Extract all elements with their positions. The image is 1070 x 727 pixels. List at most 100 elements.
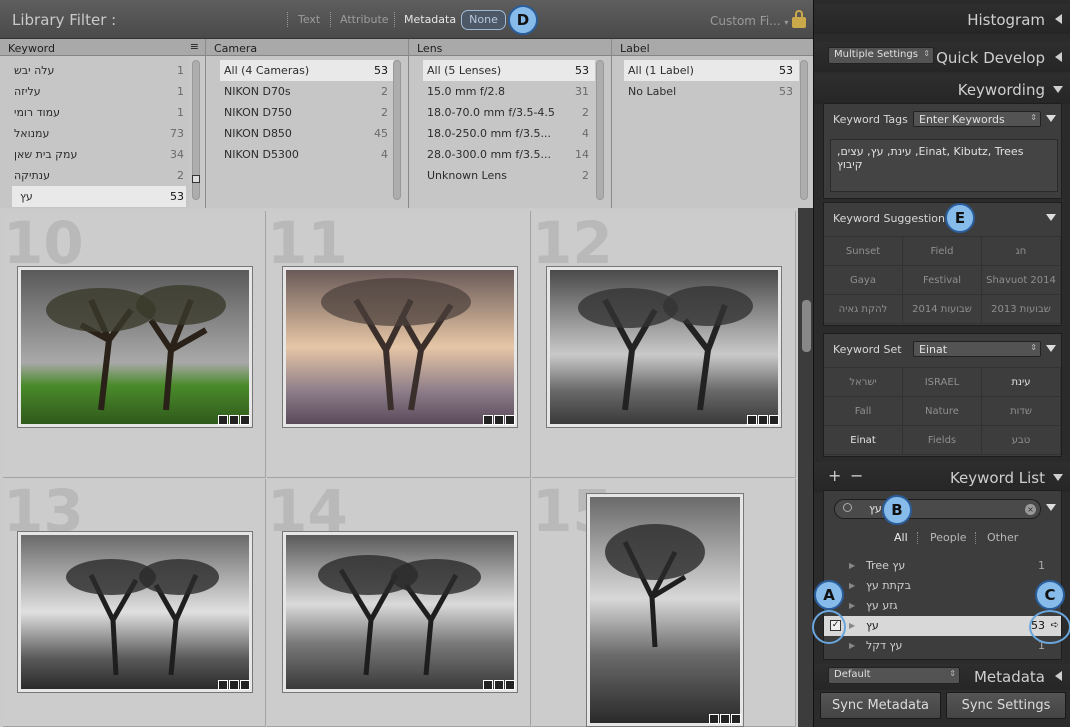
keyword-set-item[interactable]: Fall: [824, 397, 903, 426]
keyword-row[interactable]: ▶ בקתת עץ: [824, 576, 1061, 596]
list-item-selected[interactable]: All (4 Cameras) 53: [220, 60, 394, 81]
keyword-filter-tab-people[interactable]: People: [930, 531, 967, 544]
section-menu-icon[interactable]: [1046, 345, 1056, 352]
suggestion-item[interactable]: Field: [903, 237, 982, 266]
list-item[interactable]: 15.0 mm f/2.8 31: [423, 81, 595, 102]
disclosure-triangle-icon[interactable]: ▶: [849, 561, 855, 570]
saved-preset-dropdown[interactable]: Multiple Settings ⇕: [828, 47, 934, 64]
keyword-list-header[interactable]: + − Keyword List: [814, 462, 1070, 492]
photo-thumbnail[interactable]: [17, 266, 253, 428]
keyword-set-item[interactable]: טבע: [982, 426, 1061, 455]
disclosure-triangle-icon[interactable]: ▶: [849, 621, 855, 630]
lock-icon[interactable]: [792, 10, 806, 28]
column-header-camera[interactable]: Camera: [206, 39, 408, 56]
photo-thumbnail[interactable]: [282, 531, 518, 693]
remove-keyword-button[interactable]: −: [850, 466, 863, 485]
column-header-lens[interactable]: Lens: [409, 39, 611, 56]
list-item[interactable]: עמוד רומי 1: [0, 102, 190, 123]
keyword-row[interactable]: ▶ גזע עץ: [824, 596, 1061, 616]
suggestion-item[interactable]: Shavuot 2014: [982, 266, 1061, 295]
list-item[interactable]: עמק בית שאן 34: [0, 144, 190, 165]
column-resize-handle[interactable]: [192, 175, 200, 183]
keyword-row[interactable]: ▶ Tree עץ 1: [824, 556, 1061, 576]
grid-cell[interactable]: 14: [267, 479, 531, 727]
list-item-selected[interactable]: All (5 Lenses) 53: [423, 60, 595, 81]
keyword-row-selected[interactable]: ✓ ▶ עץ 53 ➪: [824, 616, 1061, 636]
column-header-keyword[interactable]: Keyword ≡: [0, 39, 205, 56]
keyword-set-item[interactable]: ISRAEL: [903, 368, 982, 397]
label-column-scrollbar[interactable]: [800, 60, 808, 200]
keyword-tags-mode-dropdown[interactable]: Enter Keywords ⇕: [913, 111, 1041, 127]
filter-tab-attribute[interactable]: Attribute: [340, 13, 389, 26]
keyword-set-item[interactable]: ישראל: [824, 368, 903, 397]
grid-cell[interactable]: 12: [532, 211, 796, 478]
keyword-set-item-applied[interactable]: Einat: [824, 426, 903, 455]
filter-tab-metadata[interactable]: Metadata: [404, 13, 456, 26]
histogram-header[interactable]: Histogram: [814, 4, 1070, 34]
list-item-selected[interactable]: עץ 53: [12, 186, 186, 207]
grid-cell[interactable]: 15: [532, 479, 796, 727]
keyword-filter-tab-all[interactable]: All: [894, 531, 908, 544]
keyword-filter-tab-other[interactable]: Other: [987, 531, 1018, 544]
keyword-set-item-applied[interactable]: עינת: [982, 368, 1061, 397]
disclosure-triangle-icon[interactable]: ▶: [849, 581, 855, 590]
metadata-preset-dropdown[interactable]: Default ⇕: [828, 667, 960, 684]
keyword-search-field[interactable]: עץ ×: [834, 499, 1041, 519]
filter-tab-none[interactable]: None: [461, 10, 506, 30]
list-item[interactable]: עמנואל 73: [0, 123, 190, 144]
suggestion-item[interactable]: שבועות 2013: [982, 295, 1061, 324]
add-keyword-button[interactable]: +: [828, 466, 841, 485]
list-item[interactable]: NIKON D70s 2: [220, 81, 394, 102]
section-menu-icon[interactable]: [1046, 504, 1056, 511]
keyword-set-item[interactable]: שדות: [982, 397, 1061, 426]
grid-scrollbar-thumb[interactable]: [802, 300, 811, 352]
quick-develop-header[interactable]: Multiple Settings ⇕ Quick Develop: [814, 42, 1070, 72]
keyword-set-item[interactable]: Nature: [903, 397, 982, 426]
list-item[interactable]: NIKON D5300 4: [220, 144, 394, 165]
filter-tab-text[interactable]: Text: [298, 13, 320, 26]
clear-search-icon[interactable]: ×: [1025, 504, 1036, 515]
keyword-row[interactable]: ▶ עץ דקל 1: [824, 636, 1061, 656]
metadata-header[interactable]: Default ⇕ Metadata: [814, 664, 1070, 690]
suggestion-item[interactable]: שבועות 2014: [903, 295, 982, 324]
keyword-tags-field[interactable]: Einat, Kibutz, Trees, עינת, עץ, עצים, קי…: [830, 139, 1058, 192]
photo-thumbnail[interactable]: [282, 266, 518, 428]
column-header-label[interactable]: Label: [612, 39, 813, 56]
lens-column-scrollbar[interactable]: [596, 60, 604, 200]
list-item[interactable]: 18.0-250.0 mm f/3.5... 4: [423, 123, 595, 144]
disclosure-triangle-icon[interactable]: ▶: [849, 601, 855, 610]
suggestion-item[interactable]: להקת גאיה: [824, 295, 903, 324]
column-menu-icon[interactable]: ≡: [190, 40, 199, 53]
keyword-set-item[interactable]: Fields: [903, 426, 982, 455]
list-item[interactable]: NIKON D750 2: [220, 102, 394, 123]
sync-metadata-button[interactable]: Sync Metadata: [820, 692, 941, 719]
grid-cell[interactable]: 13: [3, 479, 266, 727]
section-menu-icon[interactable]: [1046, 115, 1056, 122]
list-item[interactable]: 28.0-300.0 mm f/3.5... 14: [423, 144, 595, 165]
list-item[interactable]: עליזה 1: [0, 81, 190, 102]
grid-cell[interactable]: 10: [3, 211, 266, 478]
suggestion-item[interactable]: חג: [982, 237, 1061, 266]
photo-thumbnail[interactable]: [546, 266, 782, 428]
grid-cell[interactable]: 11: [267, 211, 531, 478]
list-item[interactable]: ענתיקה 2: [0, 165, 190, 186]
camera-column-scrollbar[interactable]: [393, 60, 401, 200]
disclosure-triangle-icon[interactable]: ▶: [849, 641, 855, 650]
section-menu-icon[interactable]: [1046, 214, 1056, 221]
list-item[interactable]: Unknown Lens 2: [423, 165, 595, 186]
custom-filter-dropdown[interactable]: Custom Fi... ▾: [710, 14, 788, 28]
suggestion-item[interactable]: Sunset: [824, 237, 903, 266]
list-item-selected[interactable]: All (1 Label) 53: [624, 60, 799, 81]
list-item[interactable]: No Label 53: [624, 81, 799, 102]
list-item[interactable]: 18.0-70.0 mm f/3.5-4.5 2: [423, 102, 595, 123]
list-item[interactable]: NIKON D850 45: [220, 123, 394, 144]
list-item[interactable]: עלה יבש 1: [0, 60, 190, 81]
photo-thumbnail[interactable]: [17, 531, 253, 693]
sync-settings-button[interactable]: Sync Settings: [946, 692, 1066, 719]
keywording-header[interactable]: Keywording: [814, 74, 1070, 104]
suggestion-item[interactable]: Gaya: [824, 266, 903, 295]
grid-scrollbar-track[interactable]: [798, 208, 813, 727]
suggestion-item[interactable]: Festival: [903, 266, 982, 295]
photo-thumbnail[interactable]: [586, 493, 744, 727]
keyword-set-dropdown[interactable]: Einat ⇕: [913, 341, 1041, 357]
